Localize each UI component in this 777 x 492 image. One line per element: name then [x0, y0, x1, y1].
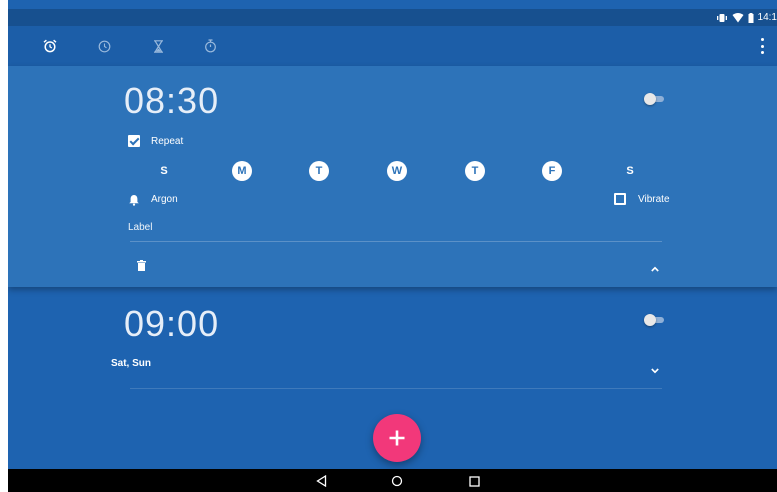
- vibrate-checkbox[interactable]: [614, 193, 626, 205]
- system-navigation-bar: [8, 469, 777, 492]
- day-toggle-tuesday[interactable]: T: [309, 161, 329, 181]
- alarm-icon: [43, 39, 57, 53]
- clock-app-screen: 14:1 08:30 Repeat S M T W T F S Argon Vi…: [8, 0, 777, 492]
- repeat-checkbox[interactable]: [128, 135, 140, 147]
- card-divider: [130, 388, 662, 389]
- home-button[interactable]: [390, 474, 404, 488]
- alarm-time[interactable]: 09:00: [124, 303, 219, 345]
- status-time: 14:1: [757, 12, 777, 23]
- alarm-toggle-switch[interactable]: [644, 93, 666, 105]
- tab-clock[interactable]: [96, 38, 112, 54]
- day-toggle-friday[interactable]: F: [542, 161, 562, 181]
- repeat-days-summary: Sat, Sun: [111, 358, 152, 369]
- day-toggle-monday[interactable]: M: [232, 161, 252, 181]
- alarm-card-collapsed[interactable]: 09:00 Sat, Sun: [8, 287, 777, 397]
- expand-chevron-down-icon[interactable]: [650, 362, 660, 374]
- bell-icon[interactable]: [128, 193, 140, 206]
- status-bar: 14:1: [8, 9, 777, 26]
- plus-icon: [389, 430, 405, 446]
- timer-icon: [153, 39, 163, 53]
- tab-timer[interactable]: [150, 38, 166, 54]
- label-underline: [130, 241, 662, 242]
- add-alarm-button[interactable]: [373, 414, 421, 462]
- clock-icon: [98, 40, 110, 52]
- day-toggle-wednesday[interactable]: W: [387, 161, 407, 181]
- day-toggle-saturday[interactable]: S: [620, 161, 640, 181]
- tab-alarm[interactable]: [42, 38, 58, 54]
- stopwatch-icon: [204, 39, 216, 53]
- app-toolbar: [8, 26, 777, 66]
- overflow-menu-icon[interactable]: [759, 38, 765, 54]
- alarm-toggle-switch[interactable]: [644, 314, 666, 326]
- home-circle-icon: [391, 475, 403, 487]
- battery-icon: [748, 12, 754, 23]
- collapse-chevron-up-icon[interactable]: [650, 260, 660, 272]
- delete-trash-icon[interactable]: [137, 258, 146, 271]
- wifi-icon: [732, 12, 744, 23]
- day-toggle-thursday[interactable]: T: [465, 161, 485, 181]
- alarm-label-field[interactable]: Label: [128, 222, 152, 233]
- alarm-card-expanded: 08:30 Repeat S M T W T F S Argon Vibrate…: [8, 66, 777, 287]
- back-triangle-icon: [315, 475, 326, 487]
- back-button[interactable]: [314, 474, 328, 488]
- alarm-time[interactable]: 08:30: [124, 80, 219, 122]
- recents-button[interactable]: [467, 474, 481, 488]
- repeat-label: Repeat: [151, 136, 184, 147]
- recents-square-icon: [468, 475, 480, 487]
- ringtone-label[interactable]: Argon: [151, 194, 178, 205]
- vibrate-icon: [716, 13, 728, 23]
- tab-stopwatch[interactable]: [202, 38, 218, 54]
- day-toggle-sunday[interactable]: S: [154, 161, 174, 181]
- vibrate-label: Vibrate: [638, 194, 670, 205]
